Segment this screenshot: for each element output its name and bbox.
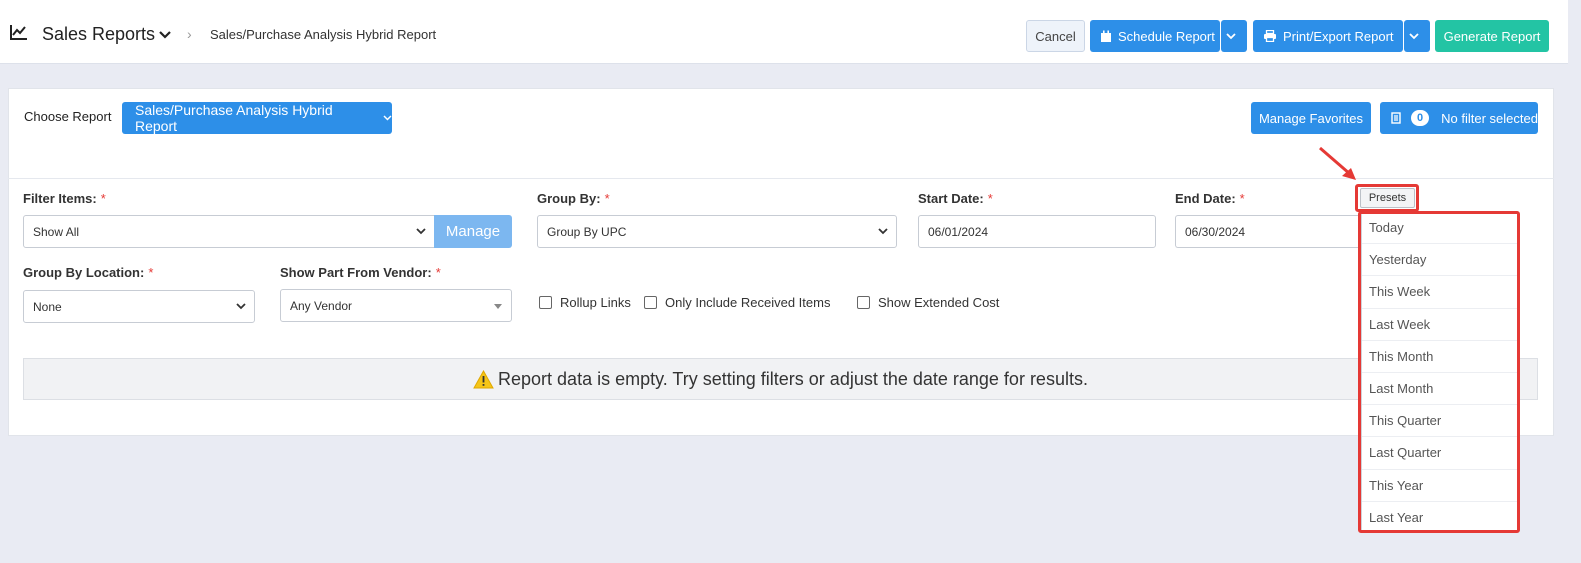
start-date-input[interactable]: 06/01/2024 [918, 215, 1156, 248]
chevron-down-icon [236, 303, 246, 310]
filter-items-value: Show All [33, 224, 80, 239]
show-extended-cost-label: Show Extended Cost [878, 295, 1000, 310]
filter-summary-label: No filter selected [1441, 110, 1538, 126]
selected-report-label: Sales/Purchase Analysis Hybrid Report [135, 102, 333, 134]
empty-report-message: Report data is empty. Try setting filter… [498, 368, 1088, 389]
checkbox-box[interactable] [857, 296, 870, 309]
manage-favorites-button[interactable]: Manage Favorites [1251, 102, 1371, 134]
caret-down-icon [494, 304, 502, 309]
group-by-location-value: None [33, 299, 62, 314]
show-part-from-vendor-label: Show Part From Vendor: * [280, 265, 441, 280]
chevron-down-icon [1409, 32, 1419, 39]
calendar-icon [1101, 30, 1111, 42]
chevron-down-icon [878, 228, 888, 235]
group-by-value: Group By UPC [547, 224, 627, 239]
choose-report-label: Choose Report [24, 109, 112, 124]
annotation-arrow-icon [1319, 146, 1356, 180]
checkbox-box[interactable] [539, 296, 552, 309]
vendor-select[interactable]: Any Vendor [280, 289, 512, 322]
chevron-down-icon [416, 228, 426, 235]
start-date-label: Start Date: * [918, 191, 993, 206]
rollup-links-checkbox[interactable]: Rollup Links [539, 295, 631, 310]
print-export-dropdown-toggle[interactable] [1404, 20, 1430, 52]
presets-list-highlight-box [1358, 211, 1520, 533]
filter-count-badge: 0 [1411, 110, 1430, 126]
only-received-items-label: Only Include Received Items [665, 295, 831, 310]
group-by-select[interactable]: Group By UPC [537, 215, 897, 248]
checkbox-box[interactable] [644, 296, 657, 309]
line-chart-icon [10, 24, 28, 40]
chevron-down-icon [1226, 32, 1236, 39]
end-date-input[interactable]: 06/30/2024 [1175, 215, 1360, 248]
vendor-value: Any Vendor [290, 298, 353, 313]
end-date-value: 06/30/2024 [1185, 224, 1246, 239]
print-export-button[interactable]: Print/Export Report [1253, 20, 1403, 52]
chevron-down-icon[interactable] [158, 28, 172, 39]
only-received-items-checkbox[interactable]: Only Include Received Items [644, 295, 830, 310]
breadcrumb-current: Sales/Purchase Analysis Hybrid Report [210, 27, 437, 42]
cancel-button[interactable]: Cancel [1026, 20, 1085, 52]
schedule-report-dropdown-toggle[interactable] [1221, 20, 1247, 52]
filter-list-icon [1391, 112, 1401, 124]
print-export-label: Print/Export Report [1283, 28, 1394, 44]
module-title[interactable]: Sales Reports [42, 24, 155, 45]
show-extended-cost-checkbox[interactable]: Show Extended Cost [857, 295, 999, 310]
printer-icon [1264, 30, 1276, 42]
group-by-location-select[interactable]: None [23, 290, 255, 323]
breadcrumb-separator-icon: › [187, 26, 192, 42]
schedule-report-button[interactable]: Schedule Report [1090, 20, 1220, 52]
presets-highlight-box [1355, 184, 1419, 212]
empty-report-alert: Report data is empty. Try setting filter… [23, 358, 1538, 400]
schedule-report-label: Schedule Report [1118, 28, 1215, 44]
end-date-label: End Date: * [1175, 191, 1245, 206]
rollup-links-label: Rollup Links [560, 295, 631, 310]
report-selector-button[interactable]: Sales/Purchase Analysis Hybrid Report [122, 102, 392, 134]
filter-items-label: Filter Items: * [23, 191, 106, 206]
chevron-down-icon [383, 115, 392, 121]
start-date-value: 06/01/2024 [928, 224, 989, 239]
warning-icon [473, 369, 494, 388]
generate-report-button[interactable]: Generate Report [1435, 20, 1549, 52]
manage-filter-items-button[interactable]: Manage [434, 215, 512, 248]
group-by-location-label: Group By Location: * [23, 265, 154, 280]
group-by-label: Group By: * [537, 191, 610, 206]
filter-items-select[interactable]: Show All [23, 215, 435, 248]
filter-summary-button[interactable]: 0 No filter selected [1380, 102, 1538, 134]
